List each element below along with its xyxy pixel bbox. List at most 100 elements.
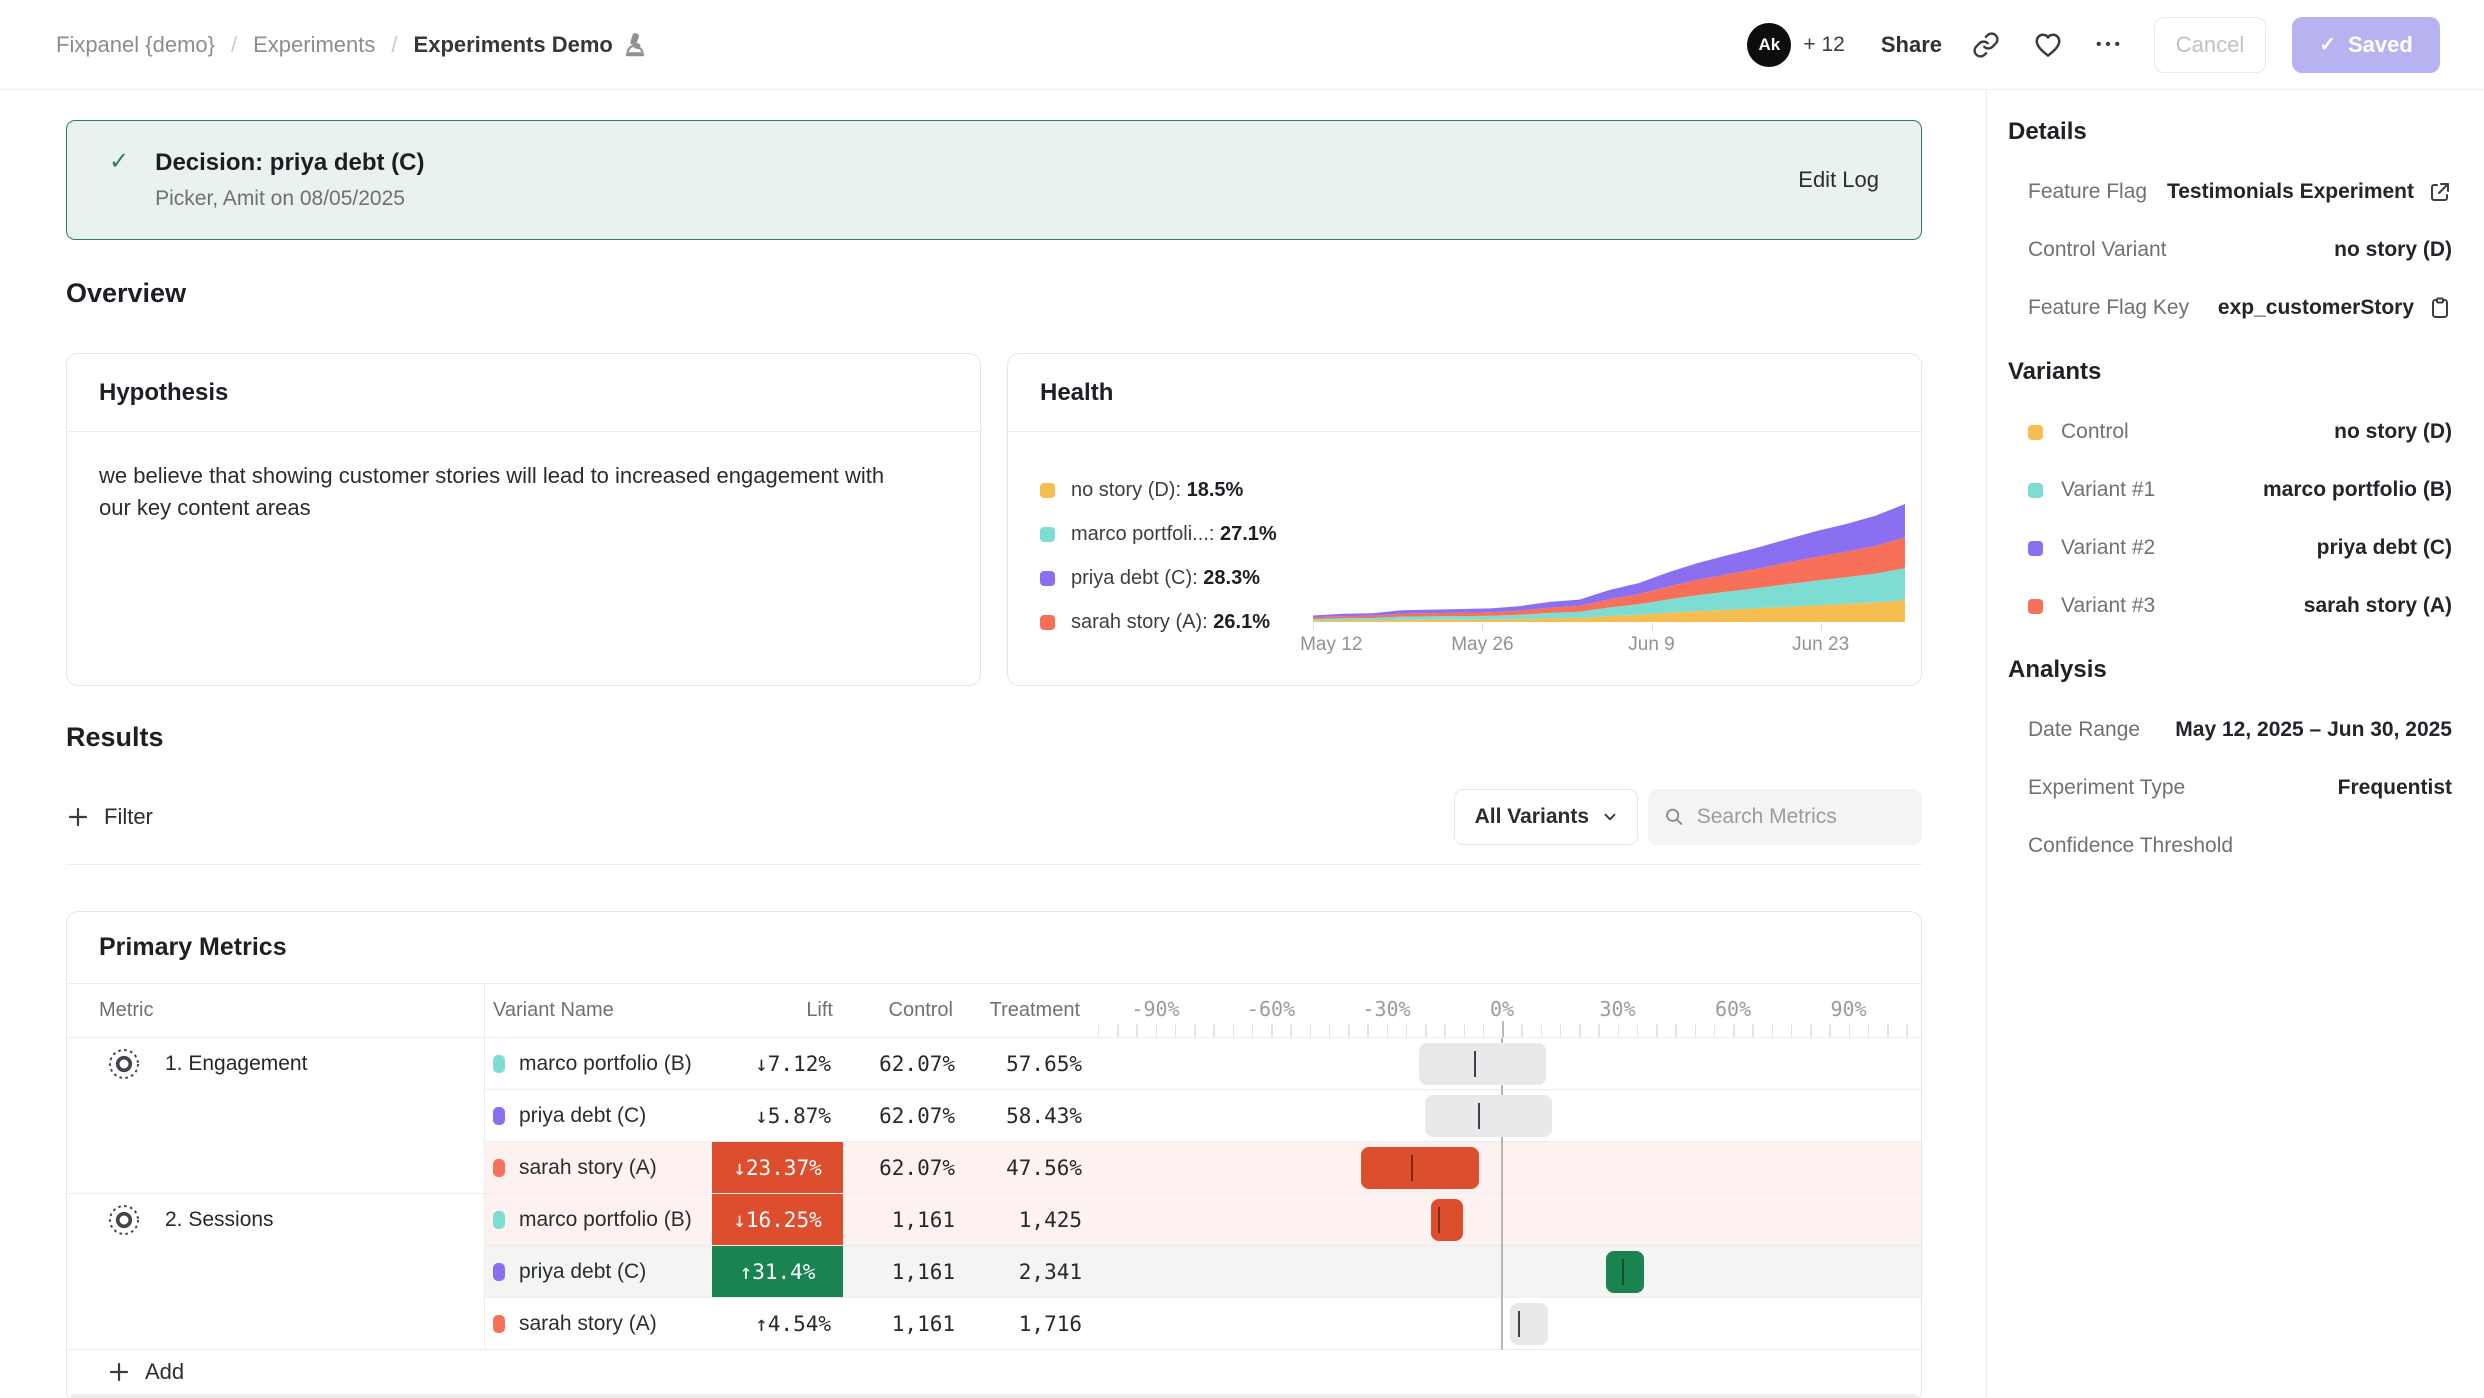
more-actions-button[interactable]: ••• — [2092, 27, 2128, 63]
ruler-tick — [1887, 1024, 1889, 1037]
column-divider — [484, 984, 485, 1350]
clipboard-icon[interactable] — [2428, 296, 2452, 320]
confidence-interval-bar[interactable] — [1431, 1199, 1464, 1241]
variant-swatch — [2028, 483, 2043, 498]
avatar-overflow-count[interactable]: + 12 — [1803, 33, 1844, 57]
table-row[interactable]: priya debt (C) ↑31.4% 1,161 2,341 — [67, 1246, 1921, 1298]
control-value: 1,161 — [843, 1246, 963, 1298]
hypothesis-title: Hypothesis — [67, 354, 980, 432]
analysis-heading: Analysis — [2008, 656, 2452, 684]
axis-label: 90% — [1830, 997, 1866, 1021]
lift-value: ↓23.37% — [712, 1142, 843, 1194]
add-filter-button[interactable]: Filter — [66, 804, 153, 830]
control-value: 62.07% — [843, 1142, 963, 1194]
ruler-tick — [1329, 1024, 1331, 1037]
variant-swatch — [1040, 571, 1055, 586]
ruler-tick — [1521, 1024, 1523, 1037]
variant-swatch — [1040, 483, 1055, 498]
ruler-tick — [1213, 1024, 1215, 1037]
ruler-tick — [1618, 1024, 1620, 1037]
ruler-tick — [1810, 1024, 1812, 1037]
treatment-value: 58.43% — [963, 1090, 1090, 1142]
legend-item: no story (D): 18.5% — [1040, 479, 1313, 502]
ruler-tick — [1656, 1024, 1658, 1037]
confidence-interval-bar[interactable] — [1419, 1043, 1546, 1085]
variant-row: Variant #2 priya debt (C) — [2008, 536, 2452, 560]
add-metric-button[interactable]: Add — [67, 1350, 1921, 1394]
ruler-tick — [1290, 1024, 1292, 1037]
lift-value: ↓7.12% — [755, 1052, 831, 1076]
variant-row: Variant #3 sarah story (A) — [2008, 594, 2452, 618]
ruler-tick — [1271, 1024, 1273, 1037]
ruler-tick — [1849, 1024, 1851, 1037]
primary-metrics-card: Primary Metrics Metric Variant Name Lift… — [66, 911, 1922, 1398]
variants-section: Variants Control no story (D) Variant #1… — [2008, 358, 2452, 618]
feature-flag-value[interactable]: Testimonials Experiment — [2167, 180, 2414, 204]
lift-point-marker — [1474, 1051, 1476, 1077]
table-header: Metric Variant Name Lift Control Treatme… — [67, 984, 1921, 1038]
breadcrumb-page-title[interactable]: Experiments Demo — [414, 32, 647, 58]
x-tick — [1821, 623, 1822, 630]
health-legend: no story (D): 18.5% marco portfoli...: 2… — [1040, 440, 1313, 672]
check-icon: ✓ — [109, 147, 129, 176]
metric-name: 1. Engagement — [165, 1052, 307, 1076]
hypothesis-body[interactable]: we believe that showing customer stories… — [67, 432, 947, 552]
treatment-value: 2,341 — [963, 1246, 1090, 1298]
horizontal-scrollbar[interactable] — [70, 1394, 1918, 1398]
table-row[interactable]: 2. Sessions marco portfolio (B) ↓16.25% … — [67, 1194, 1921, 1246]
lift-point-marker — [1622, 1259, 1624, 1285]
detail-row: Feature Flag Testimonials Experiment — [2008, 180, 2452, 204]
control-value: 62.07% — [843, 1038, 963, 1090]
hypothesis-card: Hypothesis we believe that showing custo… — [66, 353, 981, 686]
variant-swatch — [493, 1055, 505, 1073]
ruler-tick — [1772, 1024, 1774, 1037]
control-value: 1,161 — [843, 1298, 963, 1350]
x-tick-label: Jun 23 — [1792, 634, 1849, 656]
ruler-tick — [1637, 1024, 1639, 1037]
health-stacked-area-chart[interactable]: May 12 May 26 Jun 9 Jun 23 — [1313, 442, 1891, 672]
right-sidebar: Details Feature Flag Testimonials Experi… — [1986, 90, 2484, 1398]
heart-icon — [2033, 30, 2063, 60]
axis-label: 0% — [1490, 997, 1514, 1021]
table-row[interactable]: priya debt (C) ↓5.87% 62.07% 58.43% — [67, 1090, 1921, 1142]
breadcrumb-separator: / — [391, 32, 397, 58]
edit-log-button[interactable]: Edit Log — [1798, 167, 1879, 193]
confidence-interval-bar[interactable] — [1361, 1147, 1478, 1189]
breadcrumb-root[interactable]: Fixpanel {demo} — [56, 32, 215, 58]
confidence-interval-bar[interactable] — [1425, 1095, 1552, 1137]
ruler-tick — [1791, 1024, 1793, 1037]
variant-swatch — [1040, 615, 1055, 630]
share-button[interactable]: Share — [1881, 32, 1942, 58]
lift-point-marker — [1478, 1103, 1480, 1129]
treatment-value: 1,716 — [963, 1298, 1090, 1350]
ruler-tick — [1425, 1024, 1427, 1037]
favorite-button[interactable] — [2030, 27, 2066, 63]
variant-filter-dropdown[interactable]: All Variants — [1454, 789, 1638, 845]
decision-subtitle: Picker, Amit on 08/05/2025 — [155, 187, 424, 211]
x-tick — [1652, 623, 1653, 630]
metric-search[interactable] — [1648, 789, 1922, 845]
search-input[interactable] — [1697, 805, 1906, 829]
variant-row: Control no story (D) — [2008, 420, 2452, 444]
lift-axis-ruler — [67, 1021, 1921, 1037]
variant-swatch — [1040, 527, 1055, 542]
top-actions: Ak + 12 Share ••• Cancel ✓ Saved — [1747, 17, 2440, 73]
breadcrumb-section[interactable]: Experiments — [253, 32, 375, 58]
ruler-tick — [1483, 1024, 1485, 1037]
avatar[interactable]: Ak — [1747, 23, 1791, 67]
variant-swatch — [2028, 541, 2043, 556]
control-value: 1,161 — [843, 1194, 963, 1246]
confidence-interval-bar[interactable] — [1606, 1251, 1645, 1293]
saved-button[interactable]: ✓ Saved — [2292, 17, 2440, 73]
variant-swatch — [2028, 599, 2043, 614]
confidence-interval-bar[interactable] — [1510, 1303, 1549, 1345]
x-tick — [1313, 623, 1314, 630]
table-row[interactable]: sarah story (A) ↓23.37% 62.07% 47.56% — [67, 1142, 1921, 1194]
copy-link-button[interactable] — [1968, 27, 2004, 63]
cancel-button[interactable]: Cancel — [2154, 17, 2266, 73]
table-row[interactable]: 1. Engagement marco portfolio (B) ↓7.12%… — [67, 1038, 1921, 1090]
table-row[interactable]: sarah story (A) ↑4.54% 1,161 1,716 — [67, 1298, 1921, 1350]
control-variant-value: no story (D) — [2334, 238, 2452, 262]
chevron-down-icon — [1601, 808, 1619, 826]
external-link-icon[interactable] — [2428, 180, 2452, 204]
